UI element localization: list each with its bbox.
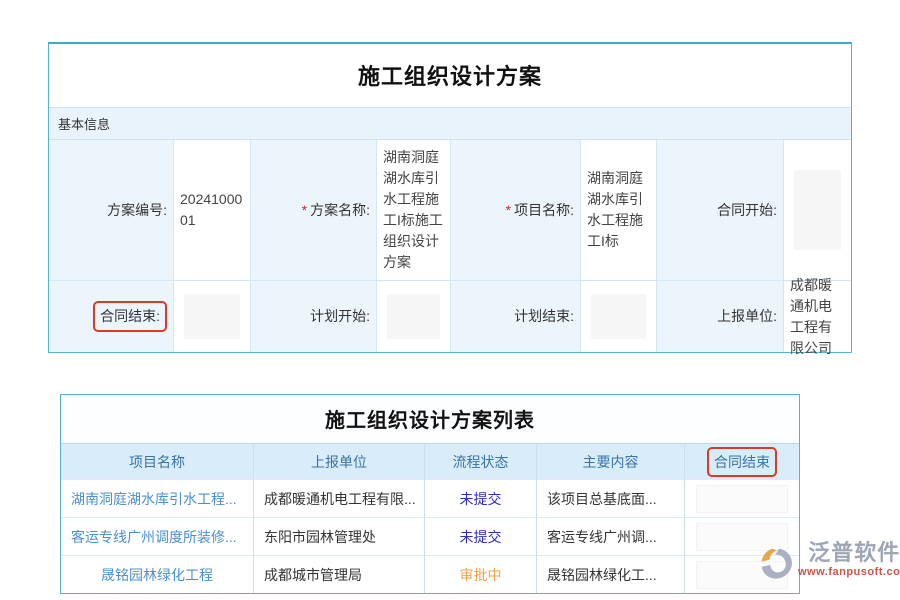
column-header-contract-end: 合同结束 — [684, 443, 799, 479]
project-name-field[interactable]: 湖南洞庭湖水库引水工程施工I标 — [580, 140, 656, 280]
required-asterisk: * — [506, 200, 511, 221]
contract-end-cell — [684, 479, 799, 517]
report-unit-label: 上报单位: — [717, 306, 777, 327]
plan-no-value: 2024100001 — [173, 140, 250, 280]
main-content-cell: 晟铭园林绿化工... — [536, 555, 684, 593]
status-badge: 审批中 — [424, 555, 536, 593]
plan-name-label: 方案名称: — [310, 200, 370, 221]
report-unit-cell: 成都暖通机电工程有限... — [253, 479, 424, 517]
plan-end-label-cell: 计划结束: — [450, 280, 580, 352]
list-title: 施工组织设计方案列表 — [61, 395, 799, 443]
form-title: 施工组织设计方案 — [49, 44, 851, 107]
column-header-project-name: 项目名称 — [61, 443, 253, 479]
report-unit-cell: 东阳市园林管理处 — [253, 517, 424, 555]
plan-name-label-cell: * 方案名称: — [250, 140, 376, 280]
main-content-cell: 该项目总基底面... — [536, 479, 684, 517]
required-asterisk: * — [302, 200, 307, 221]
contract-end-label-cell: 合同结束: — [49, 280, 173, 352]
status-badge: 未提交 — [424, 517, 536, 555]
plan-end-label: 计划结束: — [514, 306, 574, 327]
report-unit-label-cell: 上报单位: — [656, 280, 783, 352]
column-header-contract-end-label: 合同结束 — [714, 454, 770, 470]
plan-name-field[interactable]: 湖南洞庭湖水库引水工程施工I标施工组织设计方案 — [376, 140, 450, 280]
contract-end-column-highlight-box: 合同结束 — [707, 447, 777, 477]
fanpu-logo-icon — [758, 545, 796, 588]
project-name-label-cell: * 项目名称: — [450, 140, 580, 280]
construction-plan-form: 施工组织设计方案 基本信息 方案编号: 2024100001 * 方案名称: 湖… — [48, 42, 852, 353]
plan-start-input[interactable] — [387, 294, 439, 339]
plan-start-label: 计划开始: — [310, 306, 370, 327]
column-header-report-unit: 上报单位 — [253, 443, 424, 479]
contract-start-value-cell — [783, 140, 851, 280]
section-header-basic-info: 基本信息 — [49, 107, 851, 140]
contract-end-value-cell — [173, 280, 250, 352]
report-unit-cell: 成都城市管理局 — [253, 555, 424, 593]
column-header-main-content: 主要内容 — [536, 443, 684, 479]
plan-start-label-cell: 计划开始: — [250, 280, 376, 352]
status-badge: 未提交 — [424, 479, 536, 517]
project-link[interactable]: 湖南洞庭湖水库引水工程... — [61, 479, 253, 517]
column-header-workflow-status: 流程状态 — [424, 443, 536, 479]
project-link[interactable]: 晟铭园林绿化工程 — [61, 555, 253, 593]
fanpu-brand-name: 泛普软件 — [808, 541, 900, 565]
main-content-cell: 客运专线广州调... — [536, 517, 684, 555]
fanpu-watermark: 泛普软件 www.fanpusoft.com — [758, 541, 900, 588]
contract-end-input[interactable] — [184, 294, 239, 339]
fanpu-url: www.fanpusoft.com — [798, 566, 900, 578]
plan-no-label-cell: 方案编号: — [49, 140, 173, 280]
list-table: 项目名称 上报单位 流程状态 主要内容 合同结束 湖南洞庭湖水库引水工程... … — [61, 443, 799, 593]
project-link[interactable]: 客运专线广州调度所装修... — [61, 517, 253, 555]
form-grid: 方案编号: 2024100001 * 方案名称: 湖南洞庭湖水库引水工程施工I标… — [49, 140, 851, 352]
contract-end-empty-value — [696, 485, 788, 513]
plan-no-label: 方案编号: — [107, 200, 167, 221]
report-unit-field[interactable]: 成都暖通机电工程有限公司 — [783, 280, 851, 352]
plan-start-value-cell — [376, 280, 450, 352]
contract-end-label: 合同结束: — [100, 308, 160, 324]
project-name-label: 项目名称: — [514, 200, 574, 221]
construction-plan-list: 施工组织设计方案列表 项目名称 上报单位 流程状态 主要内容 合同结束 湖南洞庭… — [60, 394, 800, 594]
contract-start-label-cell: 合同开始: — [656, 140, 783, 280]
contract-start-label: 合同开始: — [717, 200, 777, 221]
fanpu-watermark-text: 泛普软件 www.fanpusoft.com — [798, 541, 900, 578]
plan-end-value-cell — [580, 280, 656, 352]
contract-start-input[interactable] — [794, 170, 841, 250]
plan-end-input[interactable] — [591, 294, 645, 339]
contract-end-highlight-box: 合同结束: — [93, 301, 167, 332]
